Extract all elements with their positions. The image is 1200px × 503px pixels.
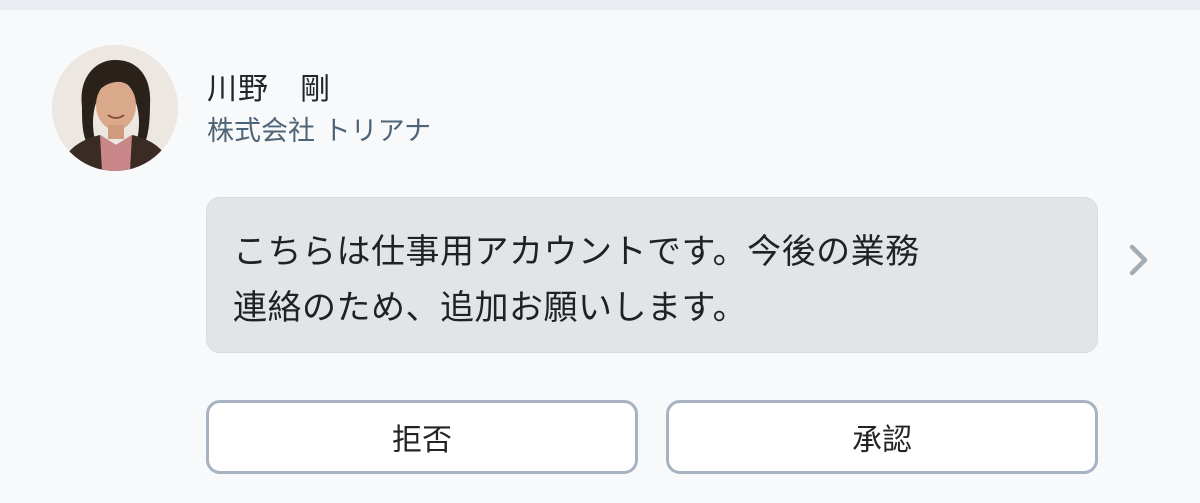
- person-photo-icon: [52, 45, 178, 171]
- message-line-1: こちらは仕事用アカウントです。今後の業務: [233, 232, 920, 272]
- contact-name: 川野 剛: [207, 72, 331, 107]
- approve-button[interactable]: 承認: [666, 400, 1098, 474]
- message-line-2: 連絡のため、追加お願いします。: [233, 288, 748, 328]
- chevron-right-icon[interactable]: [1124, 240, 1154, 280]
- contact-company: 株式会社 トリアナ: [207, 116, 432, 147]
- message-bubble: こちらは仕事用アカウントです。今後の業務 連絡のため、追加お願いします。: [206, 197, 1098, 353]
- reject-button[interactable]: 拒否: [206, 400, 638, 474]
- avatar: [52, 45, 178, 171]
- top-divider: [0, 0, 1200, 10]
